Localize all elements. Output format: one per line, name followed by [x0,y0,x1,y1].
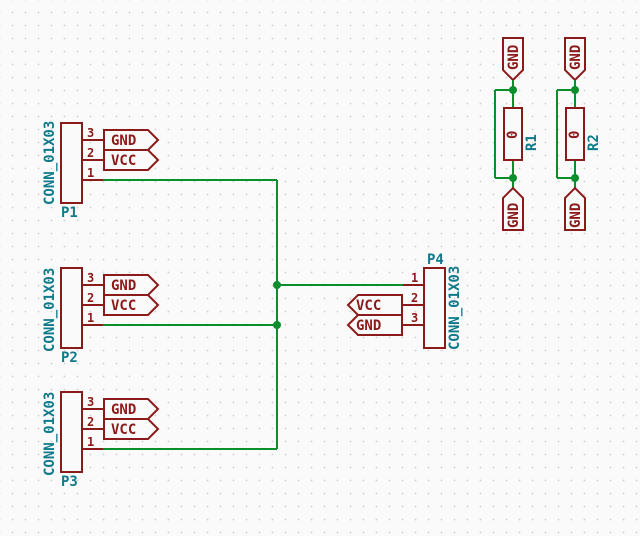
net-label: VCC [111,153,136,169]
net-label: GND [356,318,381,334]
junction-icon [273,281,281,289]
net-label: GND [111,402,136,418]
pin-num: 1 [87,311,94,325]
net-label: GND [111,278,136,294]
junction-icon [509,86,517,94]
pin-num: 3 [87,126,94,140]
net-label: VCC [111,422,136,438]
pin-num: 2 [87,146,94,160]
pin-num: 1 [411,271,418,285]
resistor-R2: GND R2 0 GND [557,38,602,230]
connector-type: CONN_01X03 [42,392,58,476]
net-label: GND [506,203,522,228]
junction-icon [571,86,579,94]
pin-num: 3 [87,395,94,409]
connector-type: CONN_01X03 [42,121,58,205]
junction-icon [273,321,281,329]
junction-icon [571,174,579,182]
resistor-value: 0 [505,131,521,139]
connector-ref: P1 [61,205,78,221]
pin-num: 2 [87,291,94,305]
pin-num: 1 [87,166,94,180]
connector-ref: P2 [61,350,78,366]
connector-P4: 1 2 3 VCC GND P4 CONN_01X03 [348,252,463,350]
net-label: GND [111,133,136,149]
resistor-ref: R2 [586,134,602,151]
net-label: GND [568,45,584,70]
net-label: VCC [111,298,136,314]
net-label: GND [568,203,584,228]
net-label: VCC [356,298,381,314]
connector-type: CONN_01X03 [447,266,463,350]
connector-ref: P4 [427,252,444,268]
connector-ref: P3 [61,474,78,490]
schematic-canvas: 3 2 1 GND VCC P1 CONN_01X03 3 2 1 GND VC… [0,0,640,536]
junction-icon [509,174,517,182]
connector-type: CONN_01X03 [42,268,58,352]
pin-num: 1 [87,435,94,449]
net-label: GND [506,45,522,70]
connector-P2: 3 2 1 GND VCC P2 CONN_01X03 [42,268,158,366]
pin-num: 3 [411,311,418,325]
resistor-value: 0 [567,131,583,139]
resistor-R1: GND R1 0 GND [495,38,540,230]
pin-num: 2 [411,291,418,305]
pin-num: 2 [87,415,94,429]
resistor-ref: R1 [524,134,540,151]
connector-P1: 3 2 1 GND VCC P1 CONN_01X03 [42,121,158,221]
pin-num: 3 [87,271,94,285]
connector-P3: 3 2 1 GND VCC P3 CONN_01X03 [42,392,158,490]
